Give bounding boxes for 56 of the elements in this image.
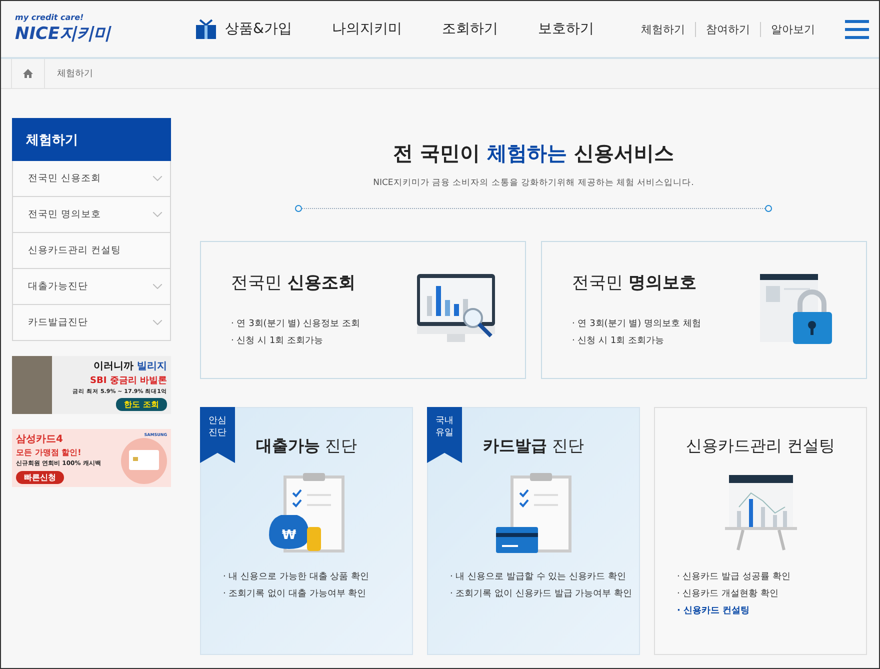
page-heading: 전 국민이 체험하는 신용서비스 [392, 140, 675, 167]
sidebar-item[interactable]: 전국민 명의보호 [12, 197, 171, 233]
clipboard-credit-card-icon [494, 471, 574, 555]
ad-subheadline: SBI 중금리 바빌론 [90, 375, 167, 387]
card-bullet: · 연 3회(분기 별) 신용정보 조회 [231, 318, 360, 330]
sidebar-item[interactable]: 카드발급진단 [12, 305, 171, 341]
sidebar-title: 체험하기 [12, 118, 171, 161]
card-bullet: · 신용카드 개설현황 확인 [677, 588, 780, 601]
utility-link[interactable]: 참여하기 [695, 22, 760, 36]
card-bullet: · 내 신용으로 가능한 대출 상품 확인 [223, 571, 370, 584]
ad-button[interactable]: 한도 조회 [116, 398, 167, 411]
service-card[interactable]: 신용카드관리 컨설팅 · 신용카드 발급 성공률 확인 · 신용카드 개설현황 확인 · 신용카드 컨설팅 [654, 407, 867, 655]
service-card[interactable]: 전국민 신용조회 · 연 3회(분기 별) 신용정보 조회 · 신청 시 1회 조회가능 [200, 241, 526, 379]
photo-placeholder [12, 356, 52, 414]
consulting-link[interactable]: · 신용카드 컨설팅 [677, 603, 866, 620]
utility-link[interactable]: 알아보기 [760, 22, 825, 36]
card-bullet: · 신청 시 1회 조회가능 [231, 334, 324, 348]
chevron-down-icon [153, 320, 162, 325]
utility-link[interactable]: 체험하기 [631, 22, 695, 36]
service-card[interactable]: 전국민 명의보호 · 연 3회(분기 별) 명의보호 체험 · 신청 시 1회 조회가능 [541, 241, 867, 379]
sidebar-item[interactable]: 전국민 신용조회 [12, 161, 171, 197]
chevron-down-icon [153, 284, 162, 289]
nav-link[interactable]: 보호하기 [538, 20, 594, 38]
card-bullet: · 조회기록 없이 신용카드 발급 가능여부 확인 [450, 588, 634, 601]
card-bullet: · 신용카드 발급 성공률 확인 [677, 571, 792, 584]
chevron-down-icon [153, 212, 162, 217]
home-icon [23, 69, 33, 78]
ribbon-tag: 안심 진단 [200, 407, 235, 463]
nav-link[interactable]: 상품&가입 [195, 19, 292, 39]
page-subtitle: NICE지키미가 금융 소비자의 소통을 강화하기위해 제공하는 체험 서비스입니다. [372, 177, 695, 189]
service-card[interactable]: 안심 진단 대출가능 진단 ₩ · 내 신용으로 가능한 대출 상품 확인 · 조회기록 없이 대출 가능여부 확인 [200, 407, 413, 655]
card-bullet: · 연 3회(분기 별) 명의보호 체험 [572, 318, 701, 330]
ad-headline: 삼성카드4 [16, 433, 63, 446]
nav-link[interactable]: 나의지키미 [332, 20, 402, 38]
ad-subheadline: 모든 가맹점 할인! [16, 447, 82, 458]
nav-link[interactable]: 조회하기 [442, 20, 498, 38]
card-bullet: · 신청 시 1회 조회가능 [572, 334, 666, 348]
menu-icon[interactable] [845, 19, 869, 39]
card-title: 대출가능 진단 [256, 436, 358, 457]
card-title: 신용카드관리 컨설팅 [686, 436, 836, 457]
ad-headline: 이러니까 빌리지 [94, 360, 167, 373]
breadcrumb-text: 체험하기 [57, 68, 93, 80]
sidebar-item[interactable]: 대출가능진단 [12, 269, 171, 305]
card-title: 전국민 명의보호 [572, 272, 698, 294]
home-button[interactable] [11, 58, 45, 88]
card-bullet: · 내 신용으로 발급할 수 있는 신용카드 확인 [450, 571, 627, 584]
card-bullet: · 조회기록 없이 대출 가능여부 확인 [223, 588, 368, 601]
logo[interactable]: my credit care! NICE지키미 [15, 13, 165, 45]
card-title: 카드발급 진단 [482, 436, 584, 457]
service-card[interactable]: 국내 유일 카드발급 진단 · 내 신용으로 발급할 수 있는 신용카드 확인 · 조회기록 없이 신용카드 발급 가능여부 확인 [427, 407, 640, 655]
sidebar-item[interactable]: 신용카드관리 컨설팅 [12, 233, 171, 269]
credit-card-drawing [121, 438, 167, 484]
card-title: 전국민 신용조회 [231, 272, 356, 294]
chevron-down-icon [153, 176, 162, 181]
ribbon-tag: 국내 유일 [427, 407, 462, 463]
ad-button[interactable]: 빠른신청 [16, 471, 64, 484]
